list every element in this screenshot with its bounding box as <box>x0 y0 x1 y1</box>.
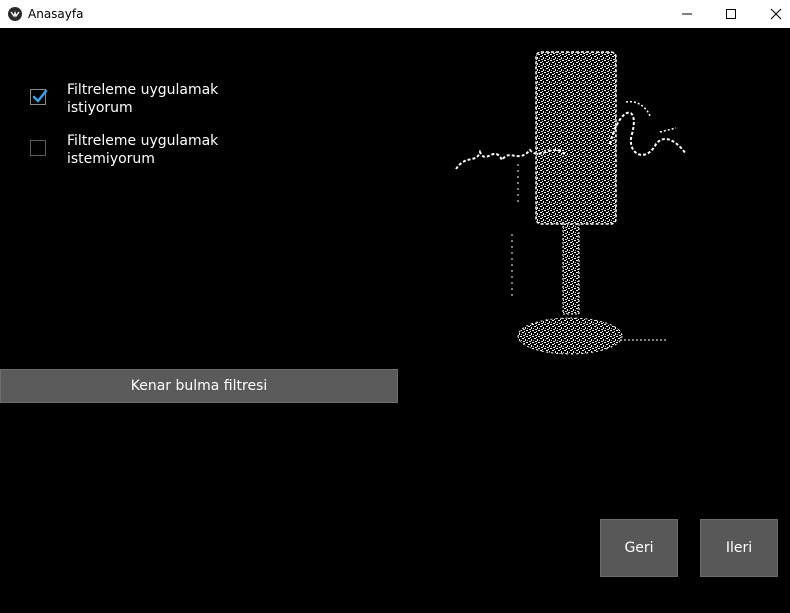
edge-detection-filter-button[interactable]: Kenar bulma filtresi <box>0 369 398 403</box>
no-filter-label: Filtreleme uygulamak istemiyorum <box>67 133 219 167</box>
apply-filter-checkbox[interactable] <box>30 89 48 105</box>
window-title: Anasayfa <box>28 7 84 21</box>
filtered-image-preview <box>455 51 687 355</box>
minimize-icon <box>681 13 692 15</box>
back-button[interactable]: Geri <box>600 519 678 577</box>
close-button[interactable] <box>753 0 790 28</box>
minimize-button[interactable] <box>664 0 709 28</box>
app-logo-icon <box>8 7 22 21</box>
option-no-filter[interactable]: Filtreleme uygulamak istemiyorum <box>30 132 218 167</box>
title-bar: Anasayfa <box>0 0 790 28</box>
maximize-icon <box>725 9 736 19</box>
maximize-button[interactable] <box>708 0 753 28</box>
main-content: Filtreleme uygulamak istiyorum Filtrelem… <box>0 29 790 613</box>
apply-filter-label: Filtreleme uygulamak istiyorum <box>67 82 219 116</box>
app-window: Anasayfa Filtreleme uygulamak istiyorum … <box>0 0 790 613</box>
option-apply-filter[interactable]: Filtreleme uygulamak istiyorum <box>30 81 218 116</box>
next-button[interactable]: Ileri <box>700 519 778 577</box>
no-filter-checkbox[interactable] <box>30 140 46 156</box>
checkmark-icon <box>32 89 48 103</box>
close-icon <box>770 8 781 20</box>
